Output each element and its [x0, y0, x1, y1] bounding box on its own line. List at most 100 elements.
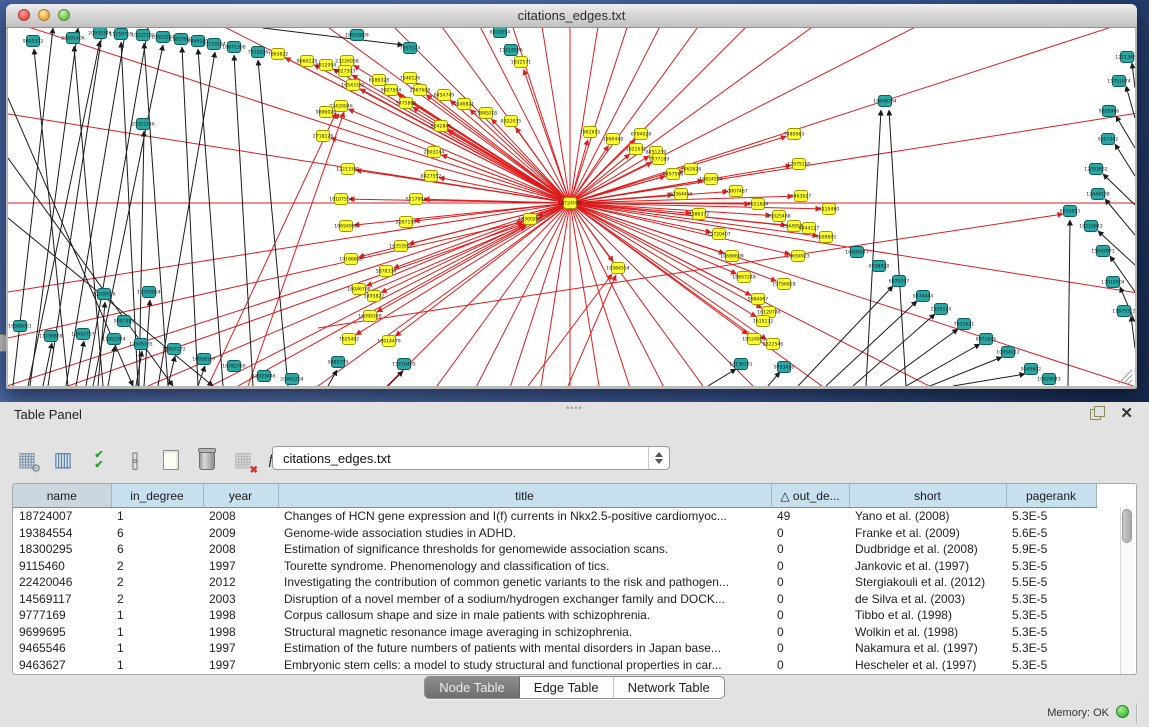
graph-node[interactable]: 12093832 [1084, 164, 1107, 175]
table-cell[interactable]: 0 [771, 657, 849, 674]
graph-node[interactable]: 12113436 [1115, 52, 1135, 63]
graph-node[interactable]: 16409547 [845, 247, 868, 258]
tab-node-table[interactable]: Node Table [425, 677, 520, 698]
table-cell[interactable]: 49 [771, 508, 849, 525]
graph-node[interactable]: 10654985 [334, 221, 357, 232]
graph-node[interactable]: 10025488 [767, 211, 790, 222]
table-cell[interactable]: 18300295 [13, 541, 111, 558]
table-cell[interactable]: Stergiakouli et al. (2012) [849, 574, 1006, 591]
table-cell[interactable]: 2 [111, 558, 203, 575]
graph-node[interactable]: 8186328 [369, 75, 390, 86]
graph-node[interactable]: 8215953 [1060, 206, 1081, 217]
float-panel-icon[interactable] [1090, 406, 1105, 420]
table-cell[interactable]: 0 [771, 640, 849, 657]
graph-node[interactable]: 1990448 [603, 134, 624, 145]
graph-node[interactable]: 20935346 [88, 28, 111, 39]
table-cell[interactable]: Changes of HCN gene expression and I(f) … [278, 508, 771, 525]
graph-node[interactable]: 20364456 [669, 189, 692, 200]
table-row[interactable]: 1872400712008Changes of HCN gene express… [13, 508, 1096, 525]
graph-node[interactable]: 1962615 [580, 127, 601, 138]
graph-node[interactable]: 16914479 [377, 336, 400, 347]
column-header-title[interactable]: title [278, 484, 771, 508]
table-cell[interactable]: 2 [111, 574, 203, 591]
table-cell[interactable]: 2 [111, 591, 203, 608]
graph-node[interactable]: 2935114 [931, 304, 952, 315]
column-header-year[interactable]: year [203, 484, 278, 508]
graph-node[interactable]: 9146821 [454, 99, 475, 110]
delete-column-icon[interactable] [194, 447, 220, 473]
graph-node[interactable]: 19384554 [606, 263, 629, 274]
table-selector-dropdown[interactable]: citations_edges.txt [272, 446, 670, 470]
table-cell[interactable]: 1 [111, 607, 203, 624]
graph-node[interactable]: 7357224 [400, 43, 421, 54]
graph-node[interactable]: 16958167 [192, 354, 215, 365]
graph-node[interactable]: 15751074 [1107, 76, 1130, 87]
graph-node[interactable]: 12942757 [71, 329, 94, 340]
table-row[interactable]: 1938455462009Genome-wide association stu… [13, 525, 1096, 542]
column-header-short[interactable]: short [849, 484, 1006, 508]
table-cell[interactable]: Investigating the contribution of common… [278, 574, 771, 591]
new-column-icon[interactable] [158, 447, 184, 473]
table-cell[interactable]: Estimation of the future numbers of pati… [278, 640, 771, 657]
table-cell[interactable]: Corpus callosum shape and size in male p… [278, 607, 771, 624]
tab-edge-table[interactable]: Edge Table [520, 677, 614, 698]
graph-node[interactable]: 9097588 [114, 316, 135, 327]
table-cell[interactable]: Dudbridge et al. (2008) [849, 541, 1006, 558]
row-height-icon[interactable]: ▯▯ [122, 447, 148, 473]
graph-node[interactable]: 19654923 [786, 251, 809, 262]
table-mode-icon[interactable]: ▦⚙ [14, 447, 40, 473]
table-cell[interactable]: 14569117 [13, 591, 111, 608]
table-cell[interactable]: Tibbo et al. (1998) [849, 607, 1006, 624]
graph-node[interactable]: 16353594 [389, 241, 412, 252]
show-columns-icon[interactable]: ▥ [50, 447, 76, 473]
graph-node[interactable]: 7462626 [681, 164, 702, 175]
graph-node[interactable]: 9474444 [913, 291, 934, 302]
graph-node[interactable]: 16648784 [873, 96, 896, 107]
table-cell[interactable]: Hescheler et al. (1997) [849, 657, 1006, 674]
table-cell[interactable]: 1997 [203, 558, 278, 575]
table-cell[interactable]: 2003 [203, 591, 278, 608]
table-cell[interactable]: 2008 [203, 541, 278, 558]
table-cell[interactable]: 0 [771, 558, 849, 575]
table-cell[interactable]: 1 [111, 657, 203, 674]
table-cell[interactable]: 5.3E-5 [1006, 640, 1096, 657]
table-cell[interactable]: 5.9E-5 [1006, 541, 1096, 558]
scrollbar-thumb[interactable] [1122, 509, 1132, 543]
graph-node[interactable]: 6879197 [889, 276, 910, 287]
network-window-titlebar[interactable]: citations_edges.txt [6, 4, 1137, 28]
table-cell[interactable]: 22420046 [13, 574, 111, 591]
table-row[interactable]: 1830029562008Estimation of significance … [13, 541, 1096, 558]
table-row[interactable]: 946554611997Estimation of the future num… [13, 640, 1096, 657]
table-cell[interactable]: 1998 [203, 607, 278, 624]
table-cell[interactable]: 5.3E-5 [1006, 558, 1096, 575]
graph-node[interactable]: 9405572 [23, 36, 44, 47]
table-cell[interactable]: 1997 [203, 657, 278, 674]
graph-node[interactable]: 2367608 [410, 85, 431, 96]
table-cell[interactable]: 5.6E-5 [1006, 525, 1096, 542]
table-cell[interactable]: 9463627 [13, 657, 111, 674]
graph-node[interactable]: 12213382 [336, 164, 359, 175]
graph-node[interactable]: 23226058 [335, 56, 358, 67]
graph-node[interactable]: 20353346 [131, 119, 154, 130]
table-row[interactable]: 977716911998Corpus callosum shape and si… [13, 607, 1096, 624]
graph-node[interactable]: 12444138 [1086, 189, 1109, 200]
table-row[interactable]: 2242004622012Investigating the contribut… [13, 574, 1096, 591]
graph-node[interactable]: 16585051 [8, 321, 31, 332]
graph-node[interactable]: 8813054 [490, 28, 511, 38]
table-cell[interactable]: 1 [111, 508, 203, 525]
graph-node[interactable]: 16824554 [699, 174, 722, 185]
graph-node[interactable]: 8471626 [976, 334, 997, 345]
table-cell[interactable]: 6 [111, 541, 203, 558]
graph-node[interactable]: 12923446 [252, 371, 275, 382]
graph-node[interactable]: 20461234 [280, 374, 303, 385]
graph-node[interactable]: 9699695 [816, 232, 837, 243]
column-header-name[interactable]: name [13, 484, 111, 508]
network-canvas[interactable]: 9405572206914062093534611259755102221831… [8, 28, 1135, 386]
splitter-handle[interactable]: •••• [566, 403, 583, 413]
table-cell[interactable]: 2009 [203, 525, 278, 542]
graph-node[interactable]: 2718126 [313, 131, 334, 142]
graph-node[interactable]: 7625402 [339, 334, 360, 345]
table-cell[interactable]: 9115460 [13, 558, 111, 575]
network-window[interactable]: citations_edges.txt 94055722069140620935… [6, 4, 1137, 389]
column-header-in_degree[interactable]: in_degree [111, 484, 203, 508]
